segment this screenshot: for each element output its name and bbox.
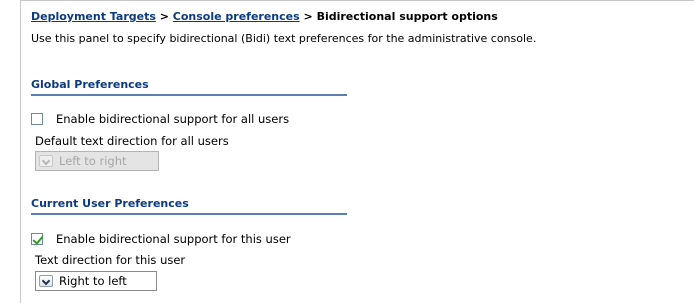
breadcrumb-separator: > [155,10,173,23]
user-direction-value: Right to left [59,274,127,288]
breadcrumb-link-console-preferences[interactable]: Console preferences [173,10,300,23]
panel-description: Use this panel to specify bidirectional … [31,32,537,45]
user-direction-select[interactable]: Right to left [35,271,157,291]
section-divider [31,94,347,96]
global-enable-row: Enable bidirectional support for all use… [31,112,289,126]
user-enable-row: Enable bidirectional support for this us… [31,232,291,246]
global-direction-label: Default text direction for all users [35,134,229,148]
user-enable-label: Enable bidirectional support for this us… [56,232,291,246]
breadcrumb: Deployment Targets > Console preferences… [31,10,498,23]
section-title-global-preferences: Global Preferences [31,78,149,91]
user-enable-checkbox[interactable] [31,233,43,245]
breadcrumb-separator: > [299,10,317,23]
global-direction-select[interactable]: Left to right [35,151,159,171]
global-direction-value: Left to right [59,154,127,168]
bidi-options-panel: Deployment Targets > Console preferences… [20,0,694,303]
chevron-down-icon [39,275,53,287]
breadcrumb-link-deployment-targets[interactable]: Deployment Targets [31,10,156,23]
chevron-down-icon [39,155,53,167]
breadcrumb-current-page: Bidirectional support options [316,10,498,23]
section-title-current-user-preferences: Current User Preferences [31,197,189,210]
section-divider [31,213,347,215]
global-enable-label: Enable bidirectional support for all use… [56,112,290,126]
user-direction-label: Text direction for this user [35,253,186,267]
global-enable-checkbox[interactable] [31,113,43,125]
